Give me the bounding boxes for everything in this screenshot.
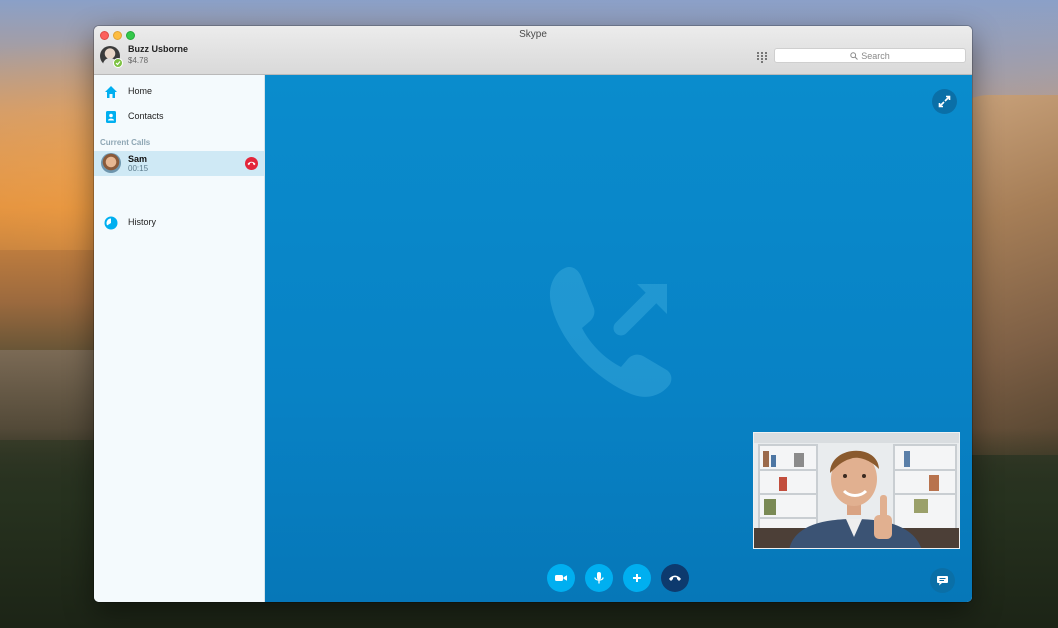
chat-button[interactable] bbox=[930, 568, 955, 593]
add-participant-button[interactable] bbox=[623, 564, 651, 592]
dialpad-icon[interactable] bbox=[756, 50, 768, 63]
home-icon bbox=[105, 86, 117, 98]
sidebar-item-contacts[interactable]: Contacts bbox=[94, 106, 264, 128]
video-button[interactable] bbox=[547, 564, 575, 592]
sidebar-item-label: Home bbox=[128, 86, 153, 96]
search-icon bbox=[850, 51, 859, 60]
desktop-rock bbox=[0, 350, 100, 440]
skype-credit[interactable]: $4.78 bbox=[128, 56, 148, 65]
call-controls bbox=[547, 564, 697, 592]
title-bar: Skype Buzz Usborne $4.78 Search bbox=[94, 26, 972, 75]
history-icon bbox=[104, 216, 118, 230]
search-placeholder: Search bbox=[861, 50, 890, 61]
microphone-button[interactable] bbox=[585, 564, 613, 592]
microphone-icon bbox=[594, 572, 604, 584]
expand-icon bbox=[938, 95, 951, 108]
window-title: Skype bbox=[519, 29, 547, 40]
profile-avatar[interactable] bbox=[100, 46, 123, 68]
sidebar-item-label: Contacts bbox=[128, 111, 164, 121]
call-stage bbox=[265, 75, 972, 602]
search-content: Search bbox=[775, 49, 965, 62]
self-video-image bbox=[754, 433, 959, 548]
search-input[interactable]: Search bbox=[774, 48, 966, 63]
avatar bbox=[101, 153, 121, 173]
sidebar-item-history[interactable]: History bbox=[94, 212, 264, 234]
video-icon bbox=[555, 575, 567, 581]
profile-name[interactable]: Buzz Usborne bbox=[128, 44, 188, 54]
outgoing-call-icon bbox=[549, 266, 672, 397]
fullscreen-button[interactable] bbox=[932, 89, 957, 114]
chat-icon bbox=[937, 576, 948, 586]
call-duration: 00:15 bbox=[128, 164, 149, 173]
self-video-preview[interactable] bbox=[753, 432, 960, 549]
call-contact-name: Sam bbox=[128, 154, 148, 164]
sidebar-item-home[interactable]: Home bbox=[94, 81, 264, 103]
end-call-button[interactable] bbox=[661, 564, 689, 592]
hang-up-icon bbox=[247, 161, 256, 166]
end-call-icon bbox=[669, 575, 681, 581]
current-call-item[interactable]: Sam 00:15 bbox=[94, 151, 264, 176]
skype-window: Skype Buzz Usborne $4.78 Search Home Con… bbox=[94, 26, 972, 602]
add-icon bbox=[633, 574, 641, 582]
sidebar-item-label: History bbox=[128, 217, 157, 227]
sidebar: Home Contacts Current Calls Sam 00:15 Hi… bbox=[94, 75, 265, 602]
contacts-icon bbox=[106, 111, 116, 123]
current-calls-heading: Current Calls bbox=[100, 138, 151, 147]
online-status-icon bbox=[113, 58, 123, 68]
hang-up-button[interactable] bbox=[245, 157, 258, 170]
